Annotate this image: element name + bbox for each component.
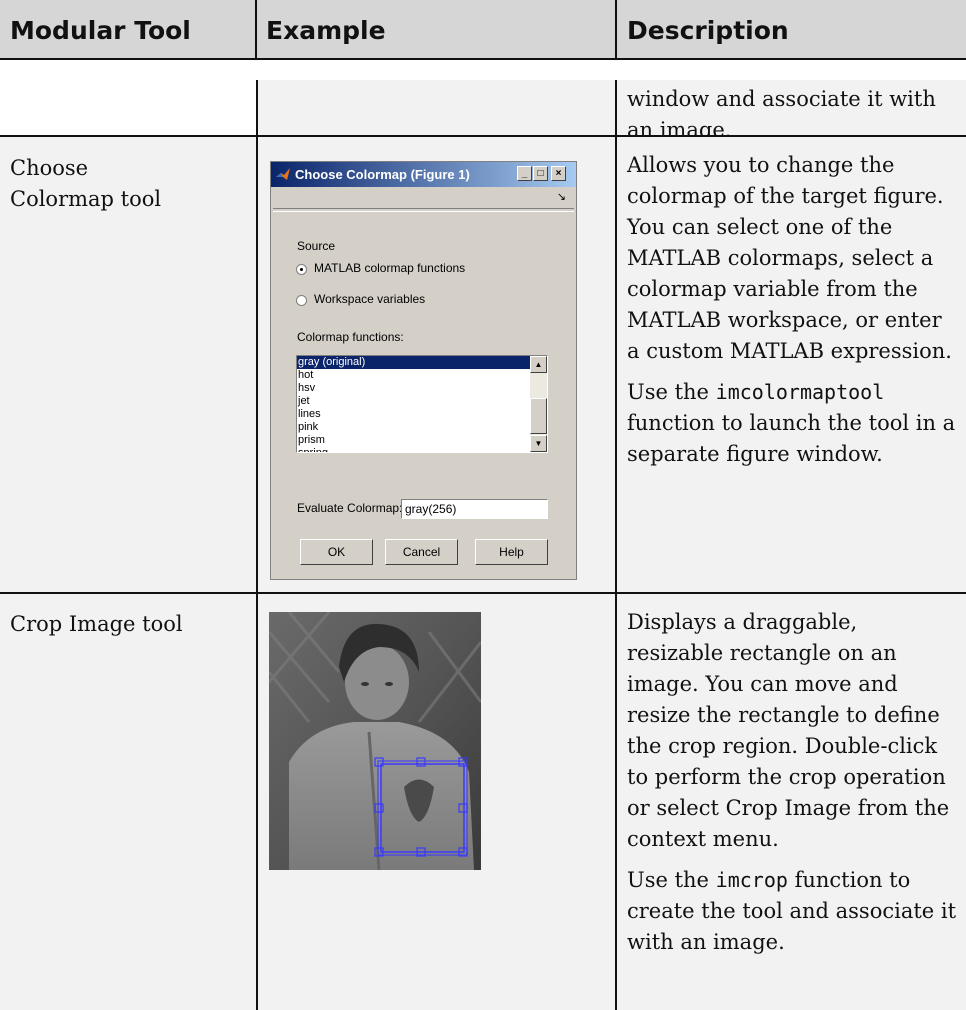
header-example: Example	[266, 16, 386, 45]
dialog-divider	[273, 208, 574, 212]
colormap-functions-list[interactable]: gray (original) hot hsv jet lines pink p…	[296, 355, 548, 453]
workspace-variables-radio[interactable]	[296, 295, 307, 306]
tool-name-crop-image: Crop Image tool	[10, 612, 183, 636]
list-item[interactable]: spring	[297, 447, 530, 452]
column-divider	[256, 80, 258, 1010]
minimize-button[interactable]: _	[517, 166, 532, 181]
cancel-button[interactable]: Cancel	[385, 539, 458, 565]
list-item[interactable]: pink	[297, 421, 530, 434]
function-name-imcrop: imcrop	[715, 868, 788, 892]
list-item[interactable]: lines	[297, 408, 530, 421]
column-divider	[615, 80, 617, 1010]
choose-colormap-description: Allows you to change the colormap of the…	[627, 153, 952, 363]
row-divider	[0, 135, 966, 137]
tool-name-choose-colormap: Choose Colormap tool	[10, 156, 162, 211]
matlab-functions-radio[interactable]	[296, 264, 307, 275]
list-item[interactable]: gray (original)	[297, 356, 530, 369]
scroll-up-icon[interactable]: ▲	[530, 356, 547, 373]
workspace-variables-radio-label[interactable]: Workspace variables	[314, 292, 425, 306]
row1-description-cell: Allows you to change the colormap of the…	[617, 137, 966, 592]
row2-description-cell: Displays a draggable, resizable rectangl…	[617, 594, 966, 1010]
source-label: Source	[297, 239, 336, 253]
dialog-title-bar: Choose Colormap (Figure 1) _ □ ×	[271, 162, 576, 187]
ok-button[interactable]: OK	[300, 539, 373, 565]
table-header: Modular Tool Example Description	[0, 0, 966, 60]
crop-image-example-photo	[269, 612, 481, 870]
colormap-functions-label: Colormap functions:	[297, 330, 404, 344]
row2-tool-cell: Crop Image tool	[0, 594, 256, 1010]
evaluate-colormap-input[interactable]: gray(256)	[401, 499, 548, 519]
header-description: Description	[627, 16, 789, 45]
list-item[interactable]: jet	[297, 395, 530, 408]
maximize-button[interactable]: □	[533, 166, 548, 181]
row0-tool-cell	[0, 80, 256, 135]
evaluate-colormap-label: Evaluate Colormap:	[297, 501, 403, 515]
row0-example-cell	[258, 80, 615, 135]
matlab-logo-icon	[276, 168, 290, 180]
row0-description-cell: window and associate it with an image.	[617, 80, 966, 142]
scroll-down-icon[interactable]: ▼	[530, 435, 547, 452]
help-button[interactable]: Help	[475, 539, 548, 565]
list-scrollbar[interactable]: ▲ ▼	[530, 356, 547, 452]
expand-arrow-icon[interactable]: ↘	[557, 190, 566, 203]
scrollbar-thumb[interactable]	[530, 398, 547, 434]
list-item[interactable]: prism	[297, 434, 530, 447]
choose-colormap-usage: Use the imcolormaptool function to launc…	[627, 380, 956, 466]
close-button[interactable]: ×	[551, 166, 566, 181]
matlab-functions-radio-label[interactable]: MATLAB colormap functions	[314, 261, 465, 275]
crop-image-usage: Use the imcrop function to create the to…	[627, 868, 957, 954]
dialog-title: Choose Colormap (Figure 1)	[295, 167, 470, 182]
row1-tool-cell: Choose Colormap tool	[0, 137, 256, 592]
header-modular-tool: Modular Tool	[10, 16, 191, 45]
choose-colormap-dialog: Choose Colormap (Figure 1) _ □ × ↘ Sourc…	[270, 161, 577, 580]
crop-image-description: Displays a draggable, resizable rectangl…	[627, 610, 950, 851]
list-item[interactable]: hot	[297, 369, 530, 382]
function-name-imcolormaptool: imcolormaptool	[715, 380, 885, 404]
list-item[interactable]: hsv	[297, 382, 530, 395]
row-divider	[0, 592, 966, 594]
